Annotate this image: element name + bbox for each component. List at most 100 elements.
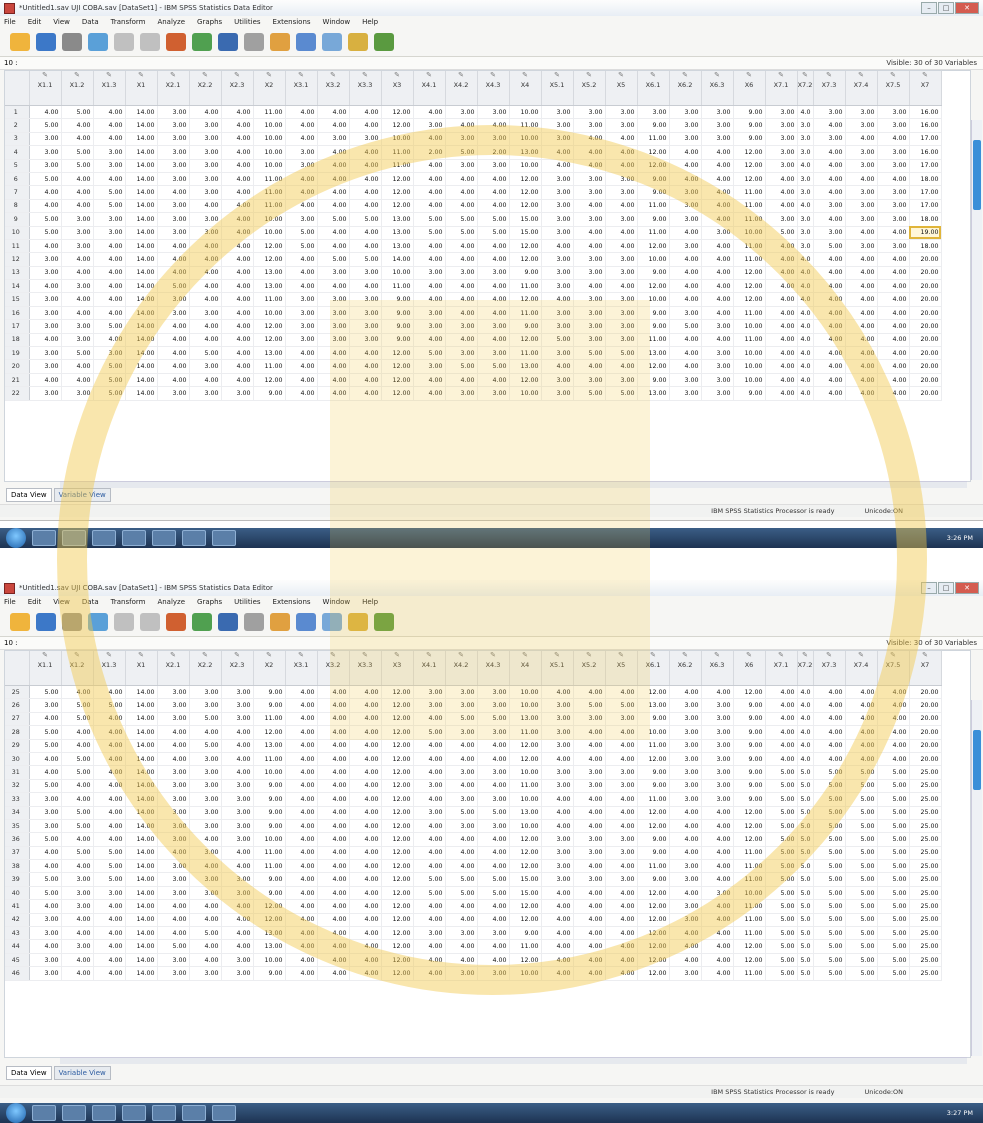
data-cell[interactable]: 4.00 [477,899,510,914]
column-header[interactable]: ✎ X7.4 [845,651,878,686]
data-cell[interactable]: 10.00 [253,306,286,321]
data-cell[interactable]: 3.00 [189,159,222,173]
data-cell[interactable]: 3.00 [221,819,254,834]
data-cell[interactable]: 4.00 [349,819,382,834]
row-number[interactable]: 22 [5,386,30,401]
data-cell[interactable]: 3.00 [701,346,734,361]
column-header[interactable]: ✎ X7 [909,651,942,686]
data-cell[interactable]: 5.00 [813,899,846,914]
data-cell[interactable]: 20.00 [909,685,942,700]
data-cell[interactable]: 18.00 [909,239,942,254]
data-cell[interactable]: 5.00 [669,319,702,334]
data-cell[interactable]: 3.00 [157,819,190,834]
data-cell[interactable]: 12.00 [509,859,542,874]
data-cell[interactable]: 4.0 [797,252,814,267]
data-cell[interactable]: 4.00 [157,899,190,914]
data-cell[interactable]: 4.00 [157,926,190,941]
row-number[interactable]: 38 [5,859,30,874]
data-cell[interactable]: 5.00 [813,239,846,254]
data-cell[interactable]: 4.00 [669,359,702,374]
data-cell[interactable]: 12.00 [381,346,414,361]
data-cell[interactable]: 9.00 [381,306,414,321]
data-cell[interactable]: 4.00 [221,752,254,767]
data-cell[interactable]: 3.00 [813,199,846,214]
data-cell[interactable]: 5.00 [877,913,910,928]
data-cell[interactable]: 4.0 [797,712,814,727]
data-cell[interactable]: 11.00 [509,346,542,361]
data-cell[interactable]: 4.00 [813,359,846,374]
data-cell[interactable]: 10.00 [253,212,286,227]
column-header[interactable]: ✎ X6.2 [669,651,702,686]
data-cell[interactable]: 4.00 [189,899,222,914]
data-cell[interactable]: 3.00 [157,832,190,847]
data-cell[interactable]: 14.00 [125,739,158,753]
data-cell[interactable]: 4.00 [813,252,846,267]
data-cell[interactable]: 3.00 [669,859,702,874]
data-cell[interactable]: 14.00 [125,266,158,281]
data-cell[interactable]: 5.00 [845,926,878,941]
data-cell[interactable]: 10.00 [253,226,286,240]
data-cell[interactable]: 3.00 [285,292,318,307]
data-cell[interactable]: 4.00 [221,239,254,254]
data-cell[interactable]: 4.00 [285,685,318,700]
data-cell[interactable]: 12.00 [253,319,286,334]
data-cell[interactable]: 3.00 [573,872,606,887]
horizontal-scrollbar[interactable] [60,1057,967,1064]
data-cell[interactable]: 4.00 [605,752,638,767]
data-cell[interactable]: 5.00 [189,712,222,727]
data-cell[interactable]: 4.00 [573,359,606,374]
data-cell[interactable]: 3.00 [845,199,878,214]
data-cell[interactable]: 3.00 [669,899,702,914]
cell-reference[interactable]: 10 : [4,59,18,67]
data-cell[interactable]: 20.00 [909,752,942,767]
insert-variable-icon[interactable] [296,33,316,51]
data-cell[interactable]: 3.00 [157,306,190,321]
data-cell[interactable]: 4.00 [285,832,318,847]
data-cell[interactable]: 4.00 [541,939,574,954]
data-cell[interactable]: 4.00 [221,132,254,147]
data-cell[interactable]: 4.00 [413,913,446,928]
data-cell[interactable]: 4.00 [349,725,382,740]
data-cell[interactable]: 9.00 [637,373,670,388]
data-cell[interactable]: 5.0 [797,765,814,780]
find-icon[interactable] [244,33,264,51]
column-header[interactable]: ✎ X4.1 [413,71,446,106]
data-cell[interactable]: 3.00 [765,159,798,173]
data-cell[interactable]: 4.00 [349,226,382,240]
data-cell[interactable]: 3.00 [573,846,606,861]
data-cell[interactable]: 9.00 [253,966,286,981]
data-cell[interactable]: 11.00 [253,172,286,187]
data-cell[interactable]: 20.00 [909,252,942,267]
data-cell[interactable]: 4.00 [189,266,222,281]
data-cell[interactable]: 3.00 [189,132,222,147]
menu-data[interactable]: Data [82,598,99,606]
data-cell[interactable]: 4.00 [285,132,318,147]
data-cell[interactable]: 12.00 [733,806,766,820]
data-cell[interactable]: 9.00 [253,698,286,713]
data-cell[interactable]: 14.00 [125,846,158,861]
data-cell[interactable]: 11.00 [733,859,766,874]
data-cell[interactable]: 9.00 [637,846,670,861]
data-cell[interactable]: 4.00 [541,886,574,901]
data-cell[interactable]: 4.00 [813,306,846,321]
data-cell[interactable]: 5.0 [797,779,814,794]
data-cell[interactable]: 4.00 [445,832,478,847]
column-header[interactable]: ✎ X2.2 [189,71,222,106]
taskbar-spss-icon[interactable] [182,530,206,546]
data-cell[interactable]: 3.00 [845,118,878,133]
tab-variable-view[interactable]: Variable View [53,488,111,502]
data-cell[interactable]: 3.00 [285,212,318,227]
data-cell[interactable]: 3.00 [605,333,638,348]
data-cell[interactable]: 4.00 [285,886,318,901]
data-cell[interactable]: 4.00 [93,819,126,834]
data-cell[interactable]: 4.00 [877,725,910,740]
data-cell[interactable]: 10.00 [509,698,542,713]
data-cell[interactable]: 4.00 [669,266,702,281]
data-cell[interactable]: 20.00 [909,346,942,361]
data-cell[interactable]: 4.00 [189,373,222,388]
data-cell[interactable]: 4.00 [445,292,478,307]
data-cell[interactable]: 5.00 [349,212,382,227]
data-cell[interactable]: 4.00 [877,373,910,388]
row-number[interactable]: 26 [5,698,30,713]
save-icon[interactable] [36,613,56,631]
